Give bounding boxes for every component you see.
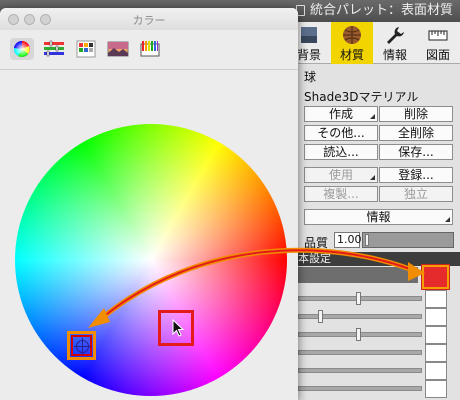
dropdown-triangle-icon xyxy=(370,175,375,180)
crosshair-icon xyxy=(74,338,91,355)
color-swatch[interactable] xyxy=(425,308,447,326)
color-palettes-tab[interactable] xyxy=(74,38,98,60)
color-wheel-tab[interactable] xyxy=(10,38,34,60)
attribute-slider[interactable] xyxy=(298,328,422,342)
create-button-label: 作成 xyxy=(328,107,353,121)
color-wheel[interactable] xyxy=(15,124,287,396)
color-swatch[interactable] xyxy=(425,344,447,362)
slider-thumb[interactable] xyxy=(318,310,323,323)
pencils-tab[interactable] xyxy=(138,38,162,60)
material-name: Shade3Dマテリアル xyxy=(304,90,419,104)
image-palettes-tab[interactable] xyxy=(106,38,130,60)
color-swatch[interactable] xyxy=(425,326,447,344)
quality-label: 品質 xyxy=(304,236,329,250)
slider-thumb[interactable] xyxy=(356,292,361,305)
selected-color-highlight xyxy=(67,331,96,360)
quality-input[interactable]: 1.00 xyxy=(334,232,362,248)
color-mode-toolbar xyxy=(0,30,298,70)
slider-track xyxy=(298,368,422,373)
delete-all-button[interactable]: 全削除 xyxy=(379,125,453,141)
slider-track xyxy=(298,314,422,319)
material-sphere-icon xyxy=(343,26,361,44)
base-color-swatch[interactable] xyxy=(421,264,450,290)
create-button[interactable]: 作成 xyxy=(304,106,378,122)
quality-slider-knob[interactable] xyxy=(365,234,369,246)
attribute-slider[interactable] xyxy=(298,382,422,396)
tab-material[interactable]: 材質 xyxy=(331,22,373,64)
cursor-highlight xyxy=(158,310,194,346)
selected-color-marker[interactable] xyxy=(71,335,92,356)
dropdown-triangle-icon xyxy=(370,114,375,119)
tab-drawing[interactable]: 図面 xyxy=(417,22,459,64)
color-swatch[interactable] xyxy=(425,290,447,308)
quality-slider[interactable] xyxy=(362,232,454,248)
info-button[interactable]: 情報 xyxy=(304,209,453,225)
use-button[interactable]: 使用 xyxy=(304,167,378,183)
color-wheel-icon xyxy=(13,40,30,57)
wrench-icon xyxy=(387,27,404,44)
attribute-slider[interactable] xyxy=(298,346,422,360)
save-button[interactable]: 保存... xyxy=(379,144,453,160)
palette-title: 統合パレット：表面材質 xyxy=(310,3,454,18)
attribute-slider[interactable] xyxy=(298,292,422,306)
image-palettes-icon xyxy=(107,41,129,57)
pencils-icon xyxy=(140,41,160,57)
color-sliders-icon xyxy=(44,40,64,57)
use-button-label: 使用 xyxy=(328,168,353,182)
tab-info[interactable]: 情報 xyxy=(374,22,416,64)
slider-track xyxy=(298,386,422,391)
color-swatch[interactable] xyxy=(425,362,447,380)
color-swatch[interactable] xyxy=(425,380,447,398)
tab-info-label: 情報 xyxy=(382,48,407,62)
material-properties-panel: 球 Shade3Dマテリアル 作成 削除 その他... 全削除 読込... 保存… xyxy=(298,64,460,400)
background-icon xyxy=(301,27,317,43)
tab-material-label: 材質 xyxy=(339,48,364,62)
basic-settings-header[interactable]: 本設定 xyxy=(298,252,460,266)
register-button[interactable]: 登録... xyxy=(379,167,453,183)
info-button-label: 情報 xyxy=(366,210,391,224)
dropdown-triangle-icon xyxy=(445,217,450,222)
color-window-title-bar[interactable]: カラー xyxy=(0,8,298,30)
duplicate-button[interactable]: 複製... xyxy=(304,186,378,202)
slider-thumb[interactable] xyxy=(356,328,361,341)
color-window-title: カラー xyxy=(132,14,166,27)
basic-settings-label: 本設定 xyxy=(298,252,331,265)
load-button[interactable]: 読込... xyxy=(304,144,378,160)
independent-button[interactable]: 独立 xyxy=(379,186,453,202)
palette-tab-bar: 背景 材質 情報 図面 xyxy=(288,22,460,64)
base-color-bar xyxy=(298,267,418,283)
ruler-icon xyxy=(428,30,448,41)
mouse-pointer-icon xyxy=(172,319,185,337)
tab-drawing-label: 図面 xyxy=(425,48,450,62)
slider-track xyxy=(298,350,422,355)
object-name: 球 xyxy=(304,70,317,84)
delete-button[interactable]: 削除 xyxy=(379,106,453,122)
color-palettes-icon xyxy=(76,40,96,58)
attribute-slider[interactable] xyxy=(298,364,422,378)
attribute-slider[interactable] xyxy=(298,310,422,324)
other-button[interactable]: その他... xyxy=(304,125,378,141)
color-sliders-tab[interactable] xyxy=(42,38,66,60)
